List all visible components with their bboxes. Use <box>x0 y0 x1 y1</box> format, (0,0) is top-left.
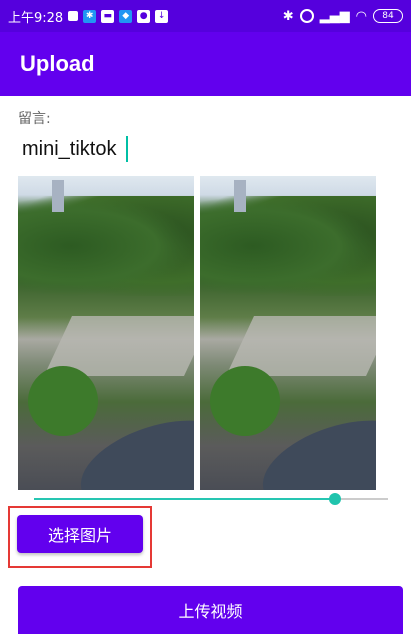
slider-thumb[interactable] <box>328 493 341 505</box>
comment-input[interactable] <box>18 132 394 166</box>
wifi-icon: ◠ <box>355 8 367 24</box>
bluetooth-icon: ✱ <box>282 8 294 24</box>
message-icon: ▬ <box>101 9 115 23</box>
app-title: Upload <box>20 51 95 76</box>
select-images-button[interactable]: 选择图片 <box>17 515 143 553</box>
alarm-icon <box>299 9 314 23</box>
slider-fill <box>34 498 335 500</box>
notification-icon: ● <box>137 9 151 23</box>
status-left: 上午9:28 ✱ ▬ ◆ ● ↓ <box>8 7 169 26</box>
text-cursor <box>126 136 128 162</box>
status-time: 上午9:28 <box>8 10 64 26</box>
lock-icon <box>68 11 79 21</box>
app-bar: Upload <box>0 32 411 96</box>
gallery-scroll-slider[interactable] <box>34 491 388 507</box>
selected-image[interactable] <box>18 176 194 490</box>
status-right: ✱ ▂▄▆ ◠ 84 <box>283 9 403 24</box>
download-icon: ↓ <box>155 9 169 23</box>
image-gallery[interactable] <box>18 176 376 490</box>
upload-video-button[interactable]: 上传视频 <box>18 586 403 634</box>
map-icon: ◆ <box>119 9 133 23</box>
notification-app-icon: ✱ <box>83 9 97 23</box>
status-bar: 上午9:28 ✱ ▬ ◆ ● ↓ ✱ ▂▄▆ ◠ 84 <box>0 0 411 32</box>
signal-icon: ▂▄▆ <box>319 8 350 24</box>
battery-icon: 84 <box>373 9 403 23</box>
selected-image[interactable] <box>200 176 376 490</box>
comment-label: 留言: <box>18 111 51 127</box>
